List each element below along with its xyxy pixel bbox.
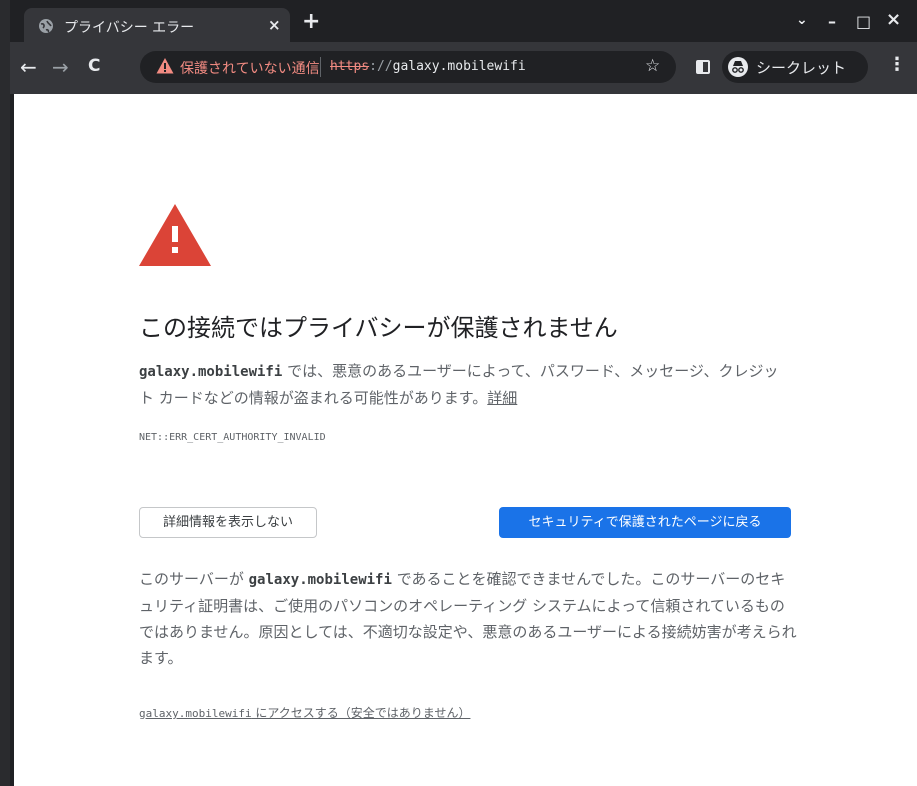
tab-privacy-error[interactable]: プライバシー エラー × [24,8,290,42]
incognito-indicator[interactable]: シークレット [722,51,868,83]
warning-description: galaxy.mobilewifi では、悪意のあるユーザーによって、パスワード… [139,358,779,411]
back-to-safety-button[interactable]: セキュリティで保護されたページに戻る [499,507,791,538]
url-text[interactable]: https://galaxy.mobilewifi [330,59,526,74]
side-panel-icon[interactable] [696,60,710,74]
details-prefix: このサーバーが [139,570,249,588]
bookmark-star-icon[interactable]: ☆ [645,56,660,76]
url-host: galaxy.mobilewifi [392,59,526,74]
large-warning-icon [139,204,211,266]
details-host: galaxy.mobilewifi [248,572,392,588]
incognito-label: シークレット [756,59,847,77]
tab-search-icon[interactable]: ⌄ [796,12,808,28]
address-divider [320,57,321,77]
error-code: NET::ERR_CERT_AUTHORITY_INVALID [139,432,326,443]
site-host: galaxy.mobilewifi [139,364,283,380]
tab-title: プライバシー エラー [64,20,195,36]
reload-icon[interactable]: C [88,56,100,76]
details-description: このサーバーが galaxy.mobilewifi であることを確認できませんで… [139,566,799,671]
details-link[interactable]: 詳細 [487,389,517,407]
address-bar[interactable]: 保護されていない通信 https://galaxy.mobilewifi ☆ [140,51,676,83]
not-secure-label[interactable]: 保護されていない通信 [180,58,320,78]
tab-close-icon[interactable]: × [268,16,281,34]
warning-icon [156,58,174,74]
url-separator: :// [369,59,393,74]
proceed-host: galaxy.mobilewifi [139,707,252,720]
minimize-button[interactable]: – [828,12,836,31]
tab-strip: プライバシー エラー × + ⌄ – □ × [10,0,917,42]
proceed-text: にアクセスする（安全ではありません） [251,706,471,720]
new-tab-button[interactable]: + [302,11,320,33]
back-arrow-icon[interactable]: ← [20,55,37,79]
globe-icon [39,19,53,33]
incognito-icon [728,57,748,77]
maximize-button[interactable]: □ [856,12,871,31]
proceed-unsafe-link[interactable]: galaxy.mobilewifi にアクセスする（安全ではありません） [139,704,470,721]
forward-arrow-icon[interactable]: → [52,55,69,79]
menu-dots-icon[interactable]: ⋮ [888,54,906,75]
url-scheme: https [330,59,370,74]
close-window-button[interactable]: × [886,9,901,30]
hide-details-button[interactable]: 詳細情報を表示しない [139,507,317,538]
page-content: この接続ではプライバシーが保護されません galaxy.mobilewifi で… [14,94,917,786]
page-title: この接続ではプライバシーが保護されません [139,314,618,342]
browser-toolbar: ← → C 保護されていない通信 https://galaxy.mobilewi… [10,42,917,94]
